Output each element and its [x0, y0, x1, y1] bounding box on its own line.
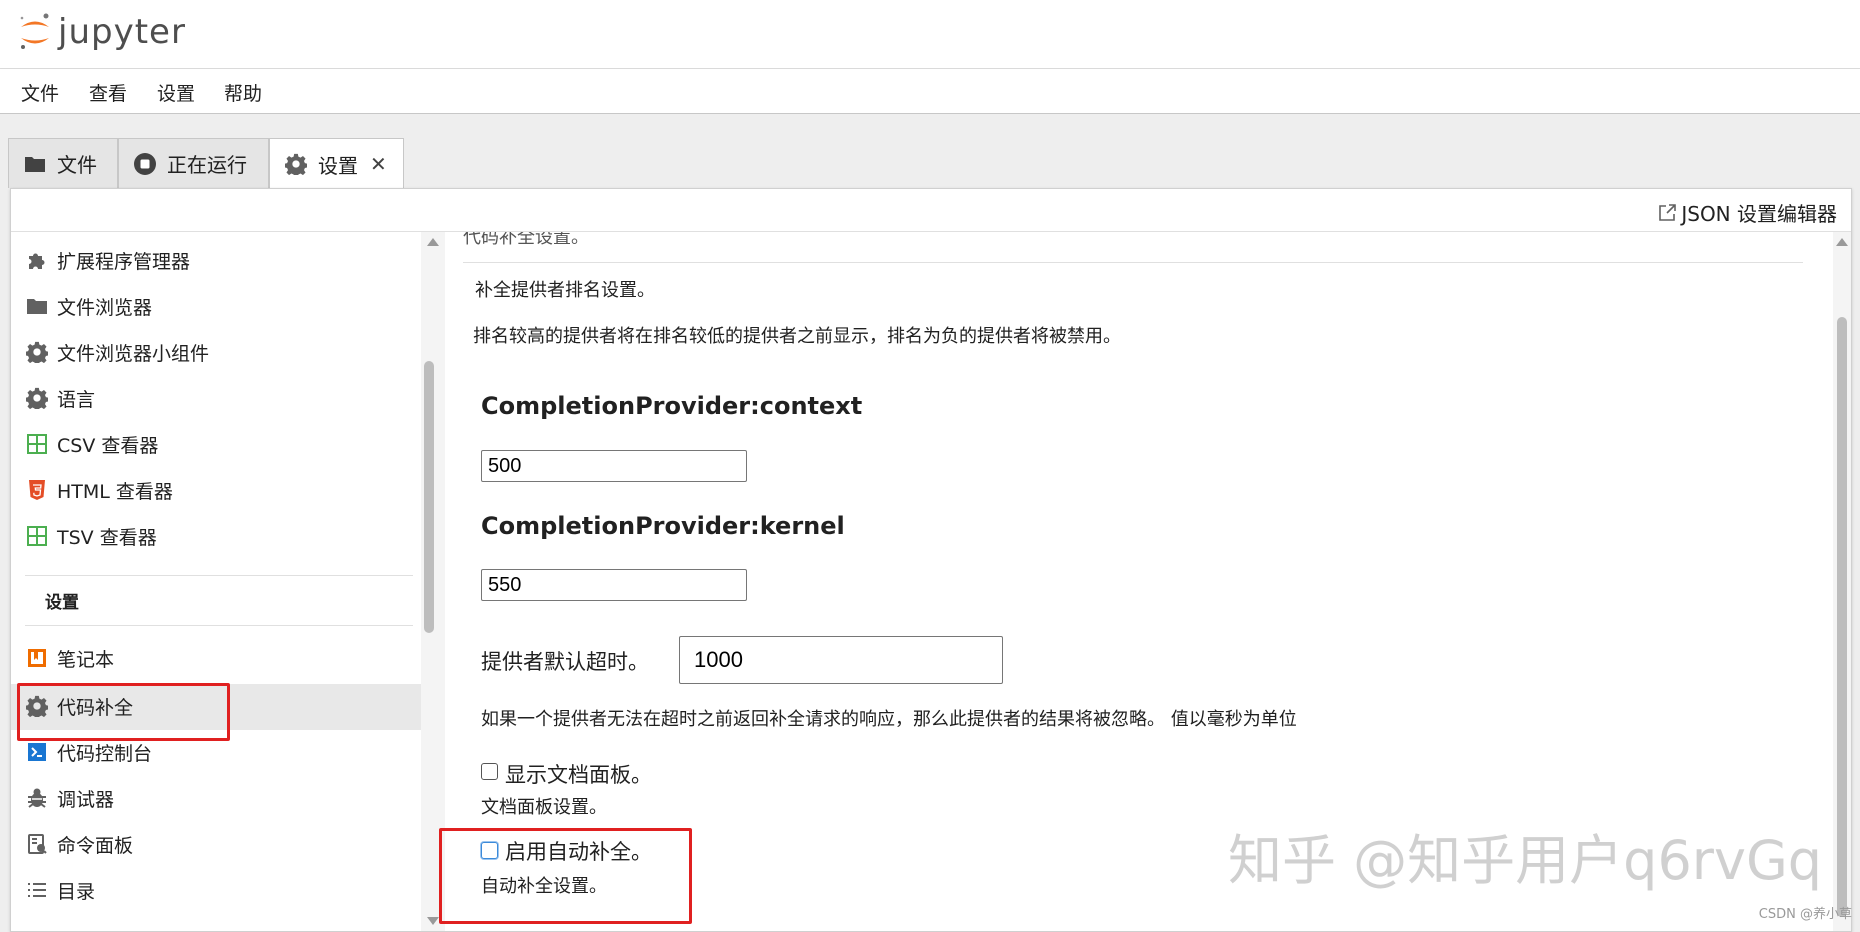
watermark-text: 知乎 @知乎用户q6rvGq	[1228, 829, 1823, 892]
app-name: jupyter	[58, 12, 186, 52]
settings-toolbar: JSON 设置编辑器	[11, 189, 1851, 232]
scroll-up-arrow-icon[interactable]	[1836, 238, 1848, 246]
sidebar-item-label: 笔记本	[57, 648, 115, 671]
json-editor-label: JSON 设置编辑器	[1681, 202, 1837, 226]
scroll-down-arrow-icon[interactable]	[427, 917, 439, 925]
ranking-description: 排名较高的提供者将在排名较低的提供者之前显示，排名为负的提供者将被禁用。	[473, 326, 1121, 347]
scroll-up-arrow-icon[interactable]	[427, 238, 439, 246]
sidebar-item-label: 调试器	[57, 788, 115, 811]
sidebar-item-label: 语言	[57, 388, 96, 411]
show-doc-panel-label: 显示文档面板。	[505, 763, 652, 787]
timeout-label: 提供者默认超时。	[481, 650, 649, 674]
console-icon	[25, 740, 49, 764]
grid-icon	[25, 524, 49, 548]
sidebar-item-language[interactable]: 语言	[25, 378, 95, 418]
puzzle-icon	[25, 248, 49, 272]
ranking-title: 补全提供者排名设置。	[475, 280, 655, 301]
sidebar-item-label: 目录	[57, 880, 96, 903]
tab-close-icon[interactable]: ✕	[370, 152, 387, 176]
tab-running-label: 正在运行	[167, 153, 247, 177]
external-link-icon	[1657, 203, 1677, 223]
provider-kernel-input[interactable]	[481, 569, 747, 601]
sidebar-item-label: CSV 查看器	[57, 434, 159, 457]
show-doc-panel-checkbox[interactable]	[481, 763, 498, 780]
menu-view[interactable]: 查看	[89, 79, 127, 106]
top-bar: jupyter	[0, 0, 1860, 69]
provider-context-input[interactable]	[481, 450, 747, 482]
sidebar-item-csv-viewer[interactable]: CSV 查看器	[25, 424, 158, 464]
menu-bar: 文件 查看 设置 帮助	[0, 69, 1860, 114]
show-doc-panel-description: 文档面板设置。	[481, 797, 607, 818]
sidebar-item-html-viewer[interactable]: HTML 查看器	[25, 470, 173, 510]
sidebar-item-label: HTML 查看器	[57, 480, 173, 503]
folder-icon	[25, 294, 49, 318]
sidebar-item-label: 文件浏览器小组件	[57, 342, 210, 365]
sidebar-section-header: 设置	[45, 593, 79, 613]
sidebar-item-tsv-viewer[interactable]: TSV 查看器	[25, 516, 157, 556]
menu-settings[interactable]: 设置	[157, 79, 195, 106]
menu-help[interactable]: 帮助	[224, 79, 262, 106]
tab-settings[interactable]: 设置 ✕	[269, 138, 404, 189]
json-editor-button[interactable]: JSON 设置编辑器	[1657, 198, 1837, 227]
sidebar-item-file-browser[interactable]: 文件浏览器	[25, 286, 152, 326]
provider-kernel-label: CompletionProvider:kernel	[481, 512, 845, 540]
folder-icon	[23, 152, 47, 176]
sidebar-scroll-thumb[interactable]	[424, 361, 434, 633]
sidebar-divider	[25, 575, 413, 576]
jupyter-logo[interactable]: jupyter	[18, 12, 186, 52]
provider-context-label: CompletionProvider:context	[481, 392, 863, 420]
sidebar-item-command-palette[interactable]: 命令面板	[25, 824, 133, 864]
highlight-box-code-completion	[17, 683, 230, 741]
gear-icon	[25, 340, 49, 364]
gear-icon	[284, 152, 308, 176]
sidebar-item-label: 文件浏览器	[57, 296, 153, 319]
tab-files[interactable]: 文件	[8, 138, 118, 188]
list-icon	[25, 878, 49, 902]
tab-files-label: 文件	[57, 153, 97, 177]
sidebar-item-toc[interactable]: 目录	[25, 870, 95, 910]
tab-running[interactable]: 正在运行	[118, 138, 269, 188]
credit-text: CSDN @养小草	[1758, 907, 1852, 922]
menu-file[interactable]: 文件	[21, 79, 59, 106]
sidebar-item-notebook[interactable]: 笔记本	[25, 638, 114, 678]
notebook-icon	[25, 646, 49, 670]
sidebar-item-debugger[interactable]: 调试器	[25, 778, 114, 818]
sidebar-item-label: TSV 查看器	[57, 526, 157, 549]
section-divider	[463, 262, 1803, 263]
stop-circle-icon	[133, 152, 157, 176]
html5-icon	[25, 478, 49, 502]
section-title-cut: 代码补全设置。	[463, 232, 589, 248]
grid-icon	[25, 432, 49, 456]
sidebar-item-label: 扩展程序管理器	[57, 250, 191, 273]
content-scroll-thumb[interactable]	[1837, 317, 1847, 917]
sidebar-divider	[25, 625, 413, 626]
sidebar-item-extension-manager[interactable]: 扩展程序管理器	[25, 240, 190, 280]
timeout-input[interactable]	[679, 636, 1003, 684]
jupyter-logo-icon	[20, 13, 49, 49]
sidebar-item-file-browser-widget[interactable]: 文件浏览器小组件	[25, 332, 209, 372]
bug-icon	[25, 786, 49, 810]
palette-icon	[25, 832, 49, 856]
sidebar-item-label: 代码控制台	[57, 742, 153, 765]
highlight-box-auto-complete	[439, 828, 692, 924]
tab-settings-label: 设置	[318, 153, 358, 178]
sidebar-item-label: 命令面板	[57, 834, 134, 857]
gear-icon	[25, 386, 49, 410]
timeout-description: 如果一个提供者无法在超时之前返回补全请求的响应，那么此提供者的结果将被忽略。 值…	[481, 709, 1297, 730]
tab-bar: 文件 正在运行 设置 ✕	[0, 114, 1860, 189]
settings-sidebar: 扩展程序管理器 文件浏览器 文件浏览器小组件 语言 CSV 查看器 HTML 查…	[11, 232, 421, 931]
